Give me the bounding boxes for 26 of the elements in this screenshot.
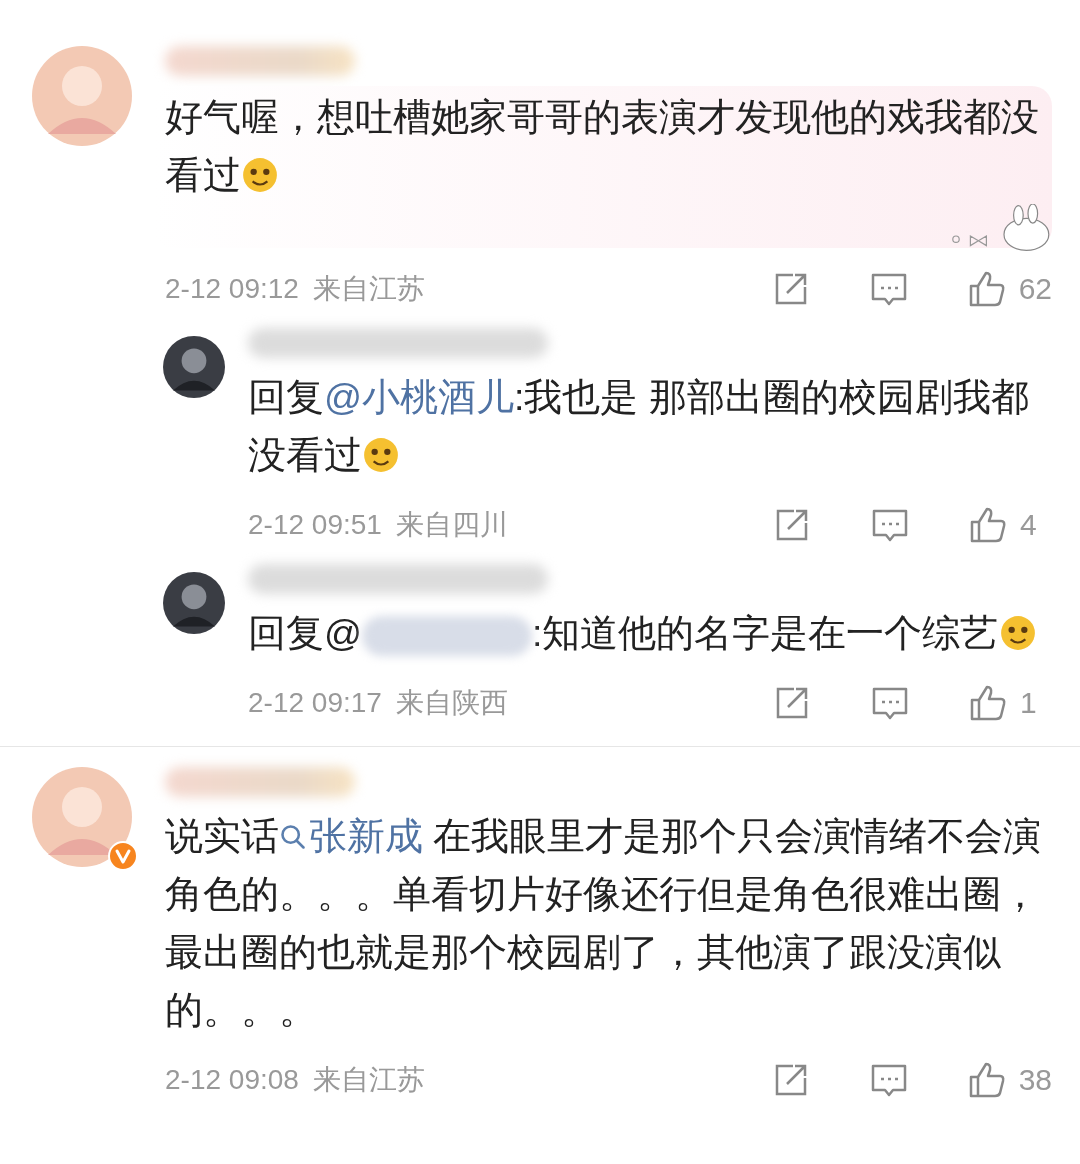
comment-text: 好气喔，想吐槽她家哥哥的表演才发现他的戏我都没看过: [165, 95, 1040, 198]
comment-text: 回复@ :知道他的名字是在一个综艺: [248, 604, 1048, 662]
comment-date: 2-12 09:08: [165, 1064, 299, 1096]
emoji-icon: [362, 436, 400, 474]
avatar[interactable]: [163, 336, 225, 398]
comment-text: 回复@小桃酒儿:我也是 那部出圈的校园剧我都没看过: [248, 375, 1030, 478]
mention-link[interactable]: @小桃酒儿: [324, 376, 515, 418]
comment-location: 来自江苏: [312, 272, 425, 306]
like-button[interactable]: 38: [966, 1060, 1052, 1100]
comment-location: 来自江苏: [312, 1063, 425, 1097]
search-icon: [279, 823, 307, 851]
like-button[interactable]: 62: [966, 269, 1052, 309]
avatar[interactable]: [163, 572, 225, 634]
thumb-up-icon: [968, 683, 1008, 723]
topic-link[interactable]: 张新成: [279, 815, 423, 857]
comment-location: 来自陕西: [395, 686, 508, 720]
comment-date: 2-12 09:17: [248, 687, 382, 719]
comment-text: 说实话 张新成 在我眼里才是那个只会演情绪不会演角色的。。。单看切片好像还行但是角色很难出圈，最出圈的也就是那个校园剧了，其他演了跟没演似的。。。: [165, 814, 1043, 1033]
like-button[interactable]: 4: [968, 505, 1048, 545]
like-button[interactable]: 1: [968, 683, 1048, 723]
emoji-icon: [998, 614, 1037, 652]
thumb-up-icon: [968, 505, 1008, 545]
emoji-icon: [241, 156, 279, 194]
comment-date: 2-12 09:12: [165, 273, 299, 305]
comment-date: 2-12 09:51: [248, 509, 382, 541]
comment-location: 来自四川: [395, 508, 508, 542]
